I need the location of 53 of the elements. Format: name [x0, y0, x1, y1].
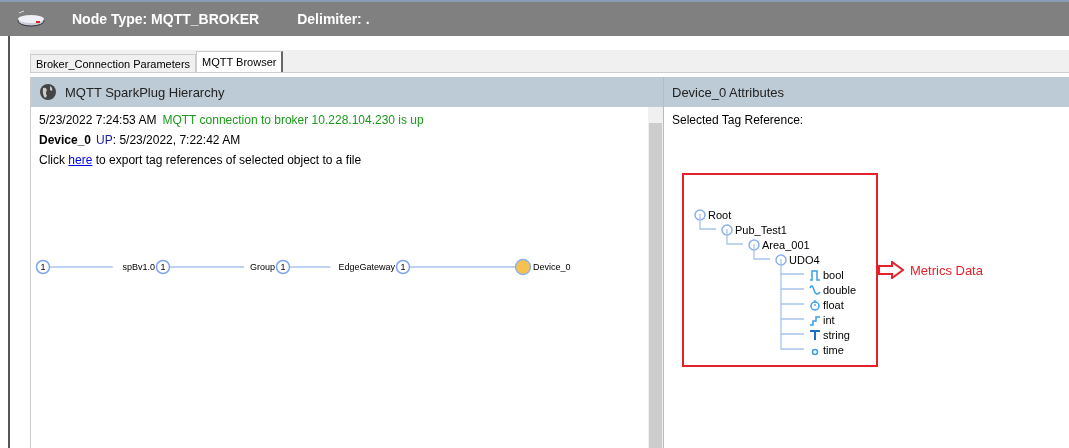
graph-node[interactable]: 1 [275, 259, 291, 275]
tree-item[interactable]: Root [708, 208, 732, 221]
log-time: 5/23/2022 7:24:53 AM [39, 113, 157, 127]
tree-connector [780, 319, 804, 335]
tree-item[interactable]: time [823, 343, 844, 356]
delimiter-label: Delimiter: . [297, 11, 370, 27]
node-circle-icon [721, 223, 733, 236]
tree-item[interactable]: string [823, 328, 850, 341]
device-node[interactable] [514, 258, 532, 276]
router-icon [16, 10, 46, 28]
tab[interactable]: MQTT Browser [196, 51, 284, 72]
stopwatch-icon [809, 298, 821, 311]
export-sentence: Click here to export tag references of selected object to a file [39, 153, 362, 167]
tree-item[interactable]: Pub_Test1 [735, 223, 787, 236]
scrollbar[interactable] [648, 107, 663, 448]
tree-item[interactable]: int [823, 313, 835, 326]
tree-connector [780, 289, 804, 305]
graph-node[interactable]: 1 [155, 259, 171, 275]
node-circle-icon [748, 238, 760, 251]
log-message: MQTT connection to broker 10.228.104.230 is up [162, 113, 424, 127]
tree-connector [780, 334, 804, 350]
graph-edge [49, 266, 114, 268]
step-icon [809, 313, 821, 326]
graph-edge [289, 266, 332, 268]
node-circle-icon [775, 253, 787, 266]
device-status-time: : 5/23/2022, 7:22:42 AM [112, 133, 241, 147]
tree-item[interactable]: bool [823, 268, 844, 281]
tree-item[interactable]: double [823, 283, 857, 296]
panel-title: Device_0 Attributes [672, 84, 784, 100]
annotation-label: Metrics Data [910, 262, 983, 278]
tree-connector [780, 304, 804, 320]
device-status: UP [96, 133, 113, 147]
pulse-icon [809, 268, 821, 281]
tree-item[interactable]: float [823, 298, 844, 311]
selected-tag-label: Selected Tag Reference: [672, 113, 804, 127]
tree-item[interactable]: Area_001 [762, 238, 810, 251]
node-circle-icon [694, 208, 706, 221]
node-type-label: Node Type: MQTT_BROKER [72, 11, 260, 27]
text-type-icon [809, 328, 821, 341]
graph-label: spBv1.0 [122, 262, 155, 272]
globe-icon [39, 83, 57, 101]
panel-title: MQTT SparkPlug Hierarchy [65, 84, 225, 100]
graph-label: EdgeGateway [338, 262, 395, 272]
graph-node[interactable]: 1 [35, 259, 51, 275]
graph-node[interactable]: 1 [395, 259, 411, 275]
tree-item[interactable]: UDO4 [789, 253, 820, 266]
tab[interactable]: Broker_Connection Parameters [30, 54, 197, 72]
graph-label: Group [250, 262, 275, 272]
device-name: Device_0 [39, 133, 92, 147]
wave-icon [809, 283, 821, 296]
graph-label: Device_0 [533, 262, 571, 272]
export-link[interactable]: here [68, 153, 93, 167]
tree-connector [780, 274, 804, 290]
